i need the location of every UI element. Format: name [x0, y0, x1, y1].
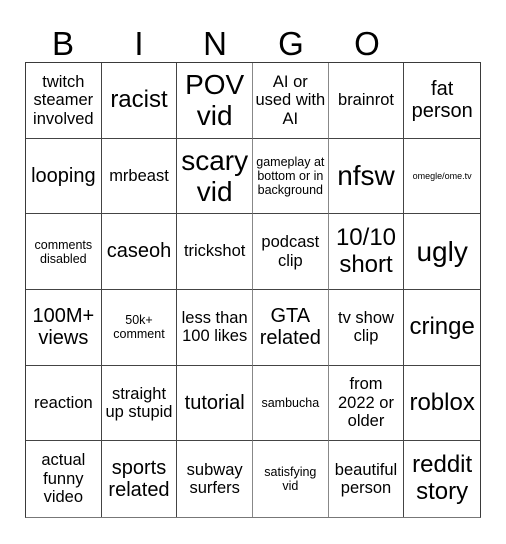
bingo-cell[interactable]: tutorial	[177, 365, 253, 442]
header-letter-o: O	[354, 25, 380, 62]
bingo-grid: twitch steamer involved racist POV vid AI o…	[25, 62, 481, 518]
bingo-cell[interactable]: cringe	[404, 290, 480, 366]
header-letter-b: B	[51, 25, 74, 62]
bingo-cell-text: mrbeast	[109, 166, 169, 185]
bingo-cell[interactable]: from 2022 or older	[328, 365, 405, 442]
bingo-cell[interactable]: podcast clip	[252, 214, 329, 290]
bingo-cell[interactable]: caseoh	[101, 214, 178, 290]
bingo-cell[interactable]: gameplay at bottom or in background	[252, 138, 329, 215]
bingo-cell-text: comments disabled	[34, 237, 93, 266]
bingo-cell[interactable]: 50k+ comment	[101, 289, 178, 366]
bingo-cell-text: sports related	[108, 456, 170, 502]
bingo-cell-text: podcast clip	[261, 233, 320, 270]
bingo-cell[interactable]: 10/10 short	[328, 214, 405, 290]
bingo-cell-text: beautiful person	[334, 460, 398, 498]
bingo-cell[interactable]: reaction	[26, 365, 102, 442]
bingo-cell[interactable]: 100M+ views	[26, 289, 102, 366]
bingo-cell-text: looping	[31, 164, 96, 187]
bingo-cell[interactable]: omegle/ome.tv	[404, 139, 480, 215]
bingo-cell[interactable]: racist	[101, 63, 178, 139]
bingo-cell-text: gameplay at bottom or in background	[256, 154, 325, 197]
header-letter-g: G	[278, 25, 304, 62]
bingo-cell-text: less than 100 likes	[181, 308, 248, 346]
bingo-cell[interactable]: comments disabled	[26, 214, 102, 290]
bingo-cell-text: racist	[110, 85, 168, 113]
bingo-cell-text: GTA related	[259, 304, 321, 350]
bingo-cell-text: 50k+ comment	[113, 313, 165, 342]
header-letter-n: N	[203, 25, 227, 62]
bingo-cell-text: straight up stupid	[105, 384, 173, 421]
bingo-cell-text: ugly	[416, 235, 468, 267]
bingo-cell[interactable]: less than 100 likes	[177, 289, 253, 366]
bingo-cell[interactable]: sambucha	[252, 365, 329, 442]
bingo-header: B I N G O	[25, 24, 481, 64]
bingo-cell-text: tv show clip	[338, 308, 394, 346]
bingo-cell[interactable]: POV vid	[177, 63, 253, 139]
bingo-cell-text: brainrot	[338, 91, 394, 110]
bingo-cell-text: twitch steamer involved	[33, 72, 94, 128]
bingo-cell-text: actual funny video	[41, 451, 86, 507]
bingo-cell-text: subway surfers	[186, 460, 243, 498]
bingo-cell-text: 100M+ views	[32, 304, 95, 350]
bingo-cell[interactable]: mrbeast	[101, 138, 178, 215]
bingo-cell[interactable]: scary vid	[177, 138, 253, 215]
bingo-cell[interactable]: twitch steamer involved	[26, 63, 102, 139]
bingo-cell[interactable]: GTA related	[252, 289, 329, 366]
bingo-cell-text: tutorial	[184, 391, 245, 414]
bingo-cell-text: trickshot	[183, 242, 246, 261]
bingo-cell-text: reaction	[33, 393, 93, 412]
bingo-cell-text: scary vid	[181, 144, 249, 207]
bingo-cell[interactable]: satisfying vid	[253, 441, 329, 517]
bingo-cell-text: reddit story	[412, 451, 473, 506]
bingo-cell[interactable]: tv show clip	[328, 289, 405, 366]
bingo-cell[interactable]: looping	[26, 138, 102, 215]
bingo-cell[interactable]: brainrot	[328, 63, 405, 139]
bingo-cell[interactable]: trickshot	[177, 214, 253, 290]
bingo-cell-text: omegle/ome.tv	[412, 170, 472, 181]
bingo-cell-text: caseoh	[106, 240, 172, 263]
bingo-cell[interactable]: nfsw	[328, 138, 405, 215]
bingo-cell-text: AI or used with AI	[255, 72, 326, 128]
bingo-cell[interactable]: AI or used with AI	[252, 63, 329, 139]
bingo-cell[interactable]: roblox	[404, 366, 480, 442]
bingo-cell[interactable]: sports related	[102, 441, 178, 517]
bingo-cell-text: roblox	[409, 388, 475, 416]
bingo-cell[interactable]: reddit story	[404, 441, 480, 517]
bingo-cell[interactable]: beautiful person	[329, 441, 405, 517]
header-letter-i: I	[134, 25, 144, 62]
bingo-cell[interactable]: fat person	[404, 63, 480, 139]
bingo-cell-text: satisfying vid	[264, 465, 317, 494]
bingo-cell-text: fat person	[411, 77, 473, 123]
bingo-cell-text: sambucha	[261, 395, 320, 410]
bingo-cell-text: from 2022 or older	[338, 375, 394, 431]
bingo-cell-text: cringe	[409, 312, 475, 340]
bingo-cell-text: 10/10 short	[335, 223, 397, 278]
bingo-cell-text: POV vid	[185, 68, 245, 132]
bingo-cell[interactable]: straight up stupid	[101, 365, 178, 442]
bingo-cell[interactable]: ugly	[404, 214, 480, 290]
bingo-cell[interactable]: actual funny video	[26, 441, 102, 517]
bingo-cell-text: nfsw	[337, 160, 395, 192]
bingo-cell[interactable]: subway surfers	[177, 441, 253, 517]
